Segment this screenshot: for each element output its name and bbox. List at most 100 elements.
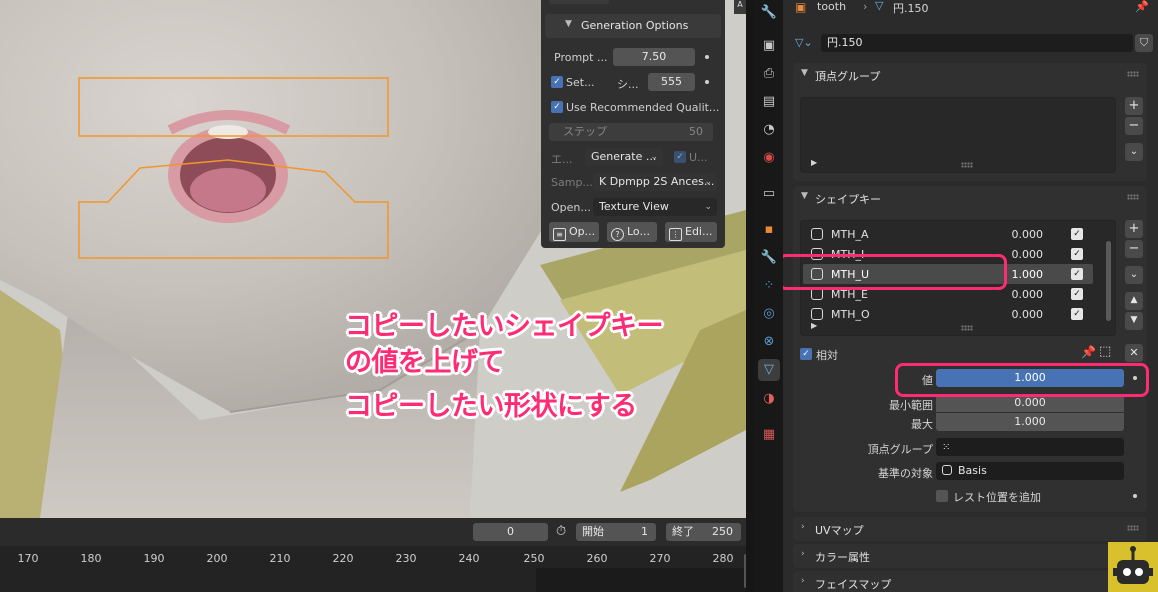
object-tab-icon[interactable]: ▪ — [758, 219, 780, 241]
shape-key-mute-checkbox[interactable]: ✓ — [1071, 248, 1083, 260]
material-tab-icon[interactable]: ◑ — [758, 388, 780, 410]
add-rest-position-checkbox[interactable] — [936, 490, 948, 502]
list-expand-icon[interactable]: ▶ — [811, 158, 817, 167]
tick-label: 260 — [586, 552, 608, 565]
tool-tab-icon[interactable]: 🔧 — [758, 2, 780, 24]
particles-tab-icon[interactable]: ⁘ — [758, 275, 780, 297]
clear-shape-keys-button[interactable]: ✕ — [1125, 344, 1143, 362]
pin-shape-key-icon[interactable]: 📌 — [1081, 345, 1096, 359]
view-layer-tab-icon[interactable]: ▤ — [758, 91, 780, 113]
shape-key-mute-checkbox[interactable]: ✓ — [1071, 288, 1083, 300]
face-maps-title: フェイスマップ — [815, 578, 892, 591]
recommended-quality-checkbox[interactable]: ✓ — [551, 101, 563, 113]
shape-keys-header[interactable]: ▼ シェイプキー — [793, 186, 1147, 210]
edit-button[interactable]: ⋮ Edi... — [665, 222, 717, 242]
remove-vertex-group-button[interactable]: − — [1125, 117, 1143, 135]
open-in-dropdown[interactable]: Texture View ⌄ — [593, 198, 717, 216]
frame-start-field[interactable]: 開始 1 — [576, 523, 656, 541]
shape-key-value[interactable]: 0.000 — [1012, 288, 1044, 301]
vertex-group-icon: ⁙ — [942, 442, 951, 453]
shape-key-specials-button[interactable]: ⌄ — [1125, 266, 1143, 284]
shape-keys-scrollbar[interactable] — [1106, 241, 1111, 321]
constraints-tab-icon[interactable]: ⊗ — [758, 331, 780, 353]
move-shape-key-up-button[interactable]: ▲ — [1125, 292, 1143, 310]
current-frame-field[interactable]: 0 — [473, 523, 548, 541]
highlight-selected-shape-key — [783, 254, 1007, 290]
list-resize-grip-icon[interactable] — [961, 325, 973, 331]
color-attributes-header[interactable]: › カラー属性 — [793, 544, 1147, 568]
sidebar-n-tab[interactable]: A — [734, 0, 746, 14]
steps-field[interactable]: ステップ 50 — [549, 123, 713, 141]
engine-dropdown[interactable]: Generate ... ⌄ — [585, 148, 663, 166]
vertex-group-specials-button[interactable]: ⌄ — [1125, 143, 1143, 161]
drag-grip-icon[interactable] — [1127, 194, 1139, 200]
world-tab-icon[interactable]: ◉ — [758, 147, 780, 169]
seed-field[interactable]: 555 — [648, 73, 695, 91]
shape-key-mute-checkbox[interactable]: ✓ — [1071, 308, 1083, 320]
keyframe-dot-icon[interactable] — [705, 80, 709, 84]
3d-viewport[interactable]: ▼ Generation Options Prompt ... 7.50 ✓ S… — [0, 0, 746, 518]
max-label: 最大 — [911, 418, 933, 431]
scene-tab-icon[interactable]: ◔ — [758, 119, 780, 141]
output-tab-icon[interactable]: ⎙ — [758, 63, 780, 85]
fake-user-shield-icon[interactable]: ⛉ — [1135, 34, 1153, 52]
shape-key-mute-checkbox[interactable]: ✓ — [1071, 228, 1083, 240]
texture-tab-icon[interactable]: ▦ — [758, 424, 780, 446]
shape-key-value[interactable]: 0.000 — [1012, 308, 1044, 321]
physics-tab-icon[interactable]: ◎ — [758, 303, 780, 325]
add-shape-key-button[interactable]: + — [1125, 220, 1143, 238]
shape-key-value[interactable]: 0.000 — [1012, 228, 1044, 241]
pin-icon[interactable]: 📌 — [1135, 0, 1149, 13]
area-separator[interactable] — [746, 0, 755, 592]
add-vertex-group-button[interactable]: + — [1125, 97, 1143, 115]
load-button[interactable]: ? Lo... — [607, 222, 657, 242]
stopwatch-icon[interactable]: ⏱ — [556, 524, 566, 539]
modifier-tab-icon[interactable]: 🔧 — [758, 247, 780, 269]
move-shape-key-down-button[interactable]: ▼ — [1125, 312, 1143, 330]
shape-key-mute-checkbox[interactable]: ✓ — [1071, 268, 1083, 280]
shape-key-value[interactable]: 1.000 — [1012, 268, 1044, 281]
engine-u-checkbox[interactable]: ✓ — [674, 151, 686, 163]
edit-mode-shape-icon[interactable]: ⬚ — [1099, 344, 1111, 359]
tick-label: 240 — [458, 552, 480, 565]
annotation-line-1: コピーしたいシェイプキー — [345, 311, 664, 342]
frame-start-label: 開始 — [582, 525, 604, 538]
list-expand-icon[interactable]: ▶ — [811, 321, 817, 330]
timeline-ruler[interactable]: 170 180 190 200 210 220 230 240 250 260 … — [0, 546, 748, 592]
generation-options-header[interactable]: ▼ Generation Options — [545, 14, 721, 38]
shape-key-name: MTH_O — [831, 308, 870, 321]
mesh-data-tab-icon[interactable]: ▽ — [758, 359, 780, 381]
max-field[interactable]: 1.000 — [936, 413, 1124, 431]
add-rest-position-label: レスト位置を追加 — [953, 491, 1041, 504]
drag-grip-icon[interactable] — [1127, 525, 1139, 531]
keyframe-dot-icon[interactable] — [1133, 494, 1137, 498]
engine-label: エ... — [551, 153, 573, 166]
seed-checkbox[interactable]: ✓ — [551, 76, 563, 88]
shape-key-row[interactable]: MTH_O 0.000 ✓ — [803, 304, 1093, 324]
uv-maps-header[interactable]: › UVマップ — [793, 517, 1147, 541]
drag-grip-icon[interactable] — [1127, 71, 1139, 77]
frame-end-field[interactable]: 終了 250 — [666, 523, 741, 541]
remove-shape-key-button[interactable]: − — [1125, 240, 1143, 258]
mesh-name-field[interactable]: 円.150 — [821, 34, 1133, 52]
relative-checkbox[interactable]: ✓ — [800, 348, 812, 360]
shape-key-value[interactable]: 0.000 — [1012, 248, 1044, 261]
color-attributes-title: カラー属性 — [815, 551, 870, 564]
keyframe-dot-icon[interactable] — [705, 55, 709, 59]
operator-button[interactable]: ≡ Op... — [549, 222, 599, 242]
shape-key-row[interactable]: MTH_A 0.000 ✓ — [803, 224, 1093, 244]
relative-to-field[interactable]: Basis — [936, 462, 1124, 480]
vertex-group-field[interactable]: ⁙ — [936, 438, 1124, 456]
sampler-dropdown[interactable]: K Dpmpp 2S Ances... ⌄ — [593, 173, 717, 191]
vertex-groups-header[interactable]: ▼ 頂点グループ — [793, 63, 1147, 87]
breadcrumb-separator-icon: › — [863, 0, 868, 13]
chevron-down-icon: ▼ — [565, 19, 572, 29]
prompt-strength-field[interactable]: 7.50 — [613, 48, 695, 66]
render-tab-icon[interactable]: ▣ — [758, 35, 780, 57]
list-resize-grip-icon[interactable] — [961, 162, 973, 168]
timeline[interactable]: 0 ⏱ 開始 1 終了 250 170 180 190 200 210 220 … — [0, 518, 748, 592]
collection-tab-icon[interactable]: ▭ — [758, 183, 780, 205]
vertex-groups-list[interactable]: ▶ — [800, 97, 1116, 173]
face-maps-header[interactable]: › フェイスマップ — [793, 571, 1147, 592]
mesh-browse-icon[interactable]: ▽⌄ — [795, 36, 813, 49]
